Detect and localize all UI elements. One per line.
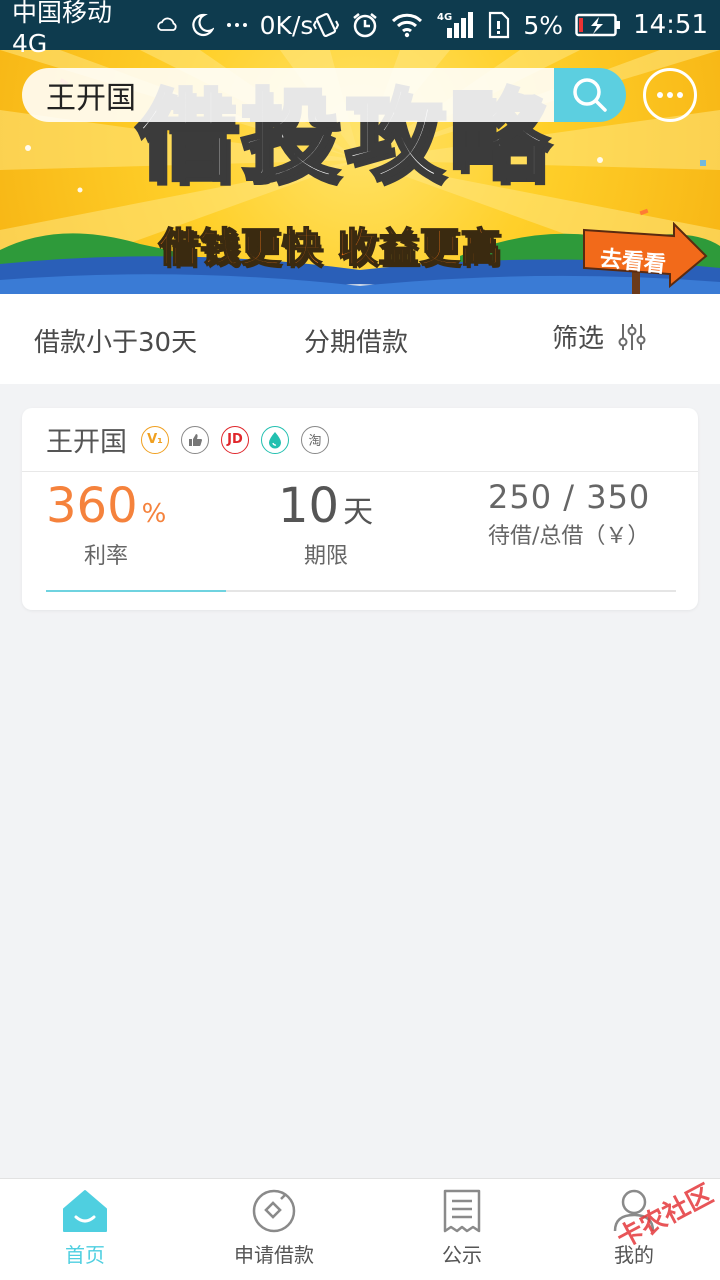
filter-sliders-icon bbox=[618, 323, 646, 350]
term-label: 期限 bbox=[304, 544, 349, 569]
filter-button[interactable]: 筛选 bbox=[552, 318, 646, 355]
more-options-button[interactable] bbox=[643, 68, 697, 122]
nav-home[interactable]: 首页 bbox=[15, 1189, 155, 1268]
search-button[interactable] bbox=[554, 68, 626, 122]
term-unit: 天 bbox=[343, 495, 374, 530]
loan-progress-track bbox=[46, 590, 676, 592]
search-input[interactable] bbox=[22, 68, 554, 122]
filter-installment[interactable]: 分期借款 bbox=[304, 322, 408, 359]
moon-icon bbox=[191, 10, 214, 40]
filter-short-term[interactable]: 借款小于30天 bbox=[34, 322, 197, 359]
nav-notice[interactable]: 公示 bbox=[392, 1189, 532, 1268]
badge-text: 淘 bbox=[308, 434, 322, 449]
filter-label: 筛选 bbox=[552, 324, 605, 354]
search-icon bbox=[573, 78, 607, 112]
taobao-icon: 淘 bbox=[301, 425, 329, 454]
status-bar: 中国移动4G 0K/s 4G 5% 14:51 bbox=[0, 0, 720, 58]
battery-charging-icon bbox=[575, 10, 621, 40]
network-speed: 0K/s bbox=[259, 10, 314, 40]
nav-label: 首页 bbox=[65, 1243, 105, 1267]
wifi-icon bbox=[391, 10, 423, 40]
amount-stat: 250 / 350 待借/总借（￥） bbox=[488, 478, 688, 550]
loan-card-header: 王开国 V₁ JD 淘 bbox=[22, 408, 698, 472]
badge-text: JD bbox=[227, 432, 243, 447]
amount-value: 250 / 350 bbox=[488, 478, 651, 516]
svg-text:4G: 4G bbox=[437, 12, 452, 23]
status-bar-right: 4G 5% 14:51 bbox=[313, 10, 708, 40]
badge-text: V₁ bbox=[147, 432, 163, 447]
v1-verified-icon: V₁ bbox=[141, 425, 169, 454]
apply-loan-icon bbox=[252, 1189, 296, 1233]
more-dots-icon bbox=[226, 10, 248, 40]
filter-label: 借款小于30天 bbox=[34, 328, 198, 358]
filter-label: 分期借款 bbox=[304, 328, 409, 358]
rate-stat: 360% 利率 bbox=[46, 478, 222, 570]
search-bar bbox=[22, 68, 626, 122]
signal-4g-icon: 4G bbox=[435, 10, 475, 40]
battery-percent: 5% bbox=[523, 10, 564, 40]
clock: 14:51 bbox=[633, 10, 708, 40]
rate-value: 360 bbox=[46, 478, 138, 534]
nav-label: 公示 bbox=[442, 1243, 482, 1267]
jd-icon: JD bbox=[221, 425, 249, 454]
term-stat: 10 天 期限 bbox=[278, 478, 438, 570]
amount-label: 待借/总借（￥） bbox=[488, 524, 650, 549]
filter-bar: 借款小于30天 分期借款 筛选 bbox=[0, 294, 720, 384]
term-value: 10 bbox=[278, 478, 340, 534]
vibrate-icon bbox=[313, 10, 340, 40]
status-bar-left: 中国移动4G 0K/s bbox=[12, 0, 313, 58]
nav-apply-loan[interactable]: 申请借款 bbox=[204, 1189, 344, 1268]
banner-subtitle: 借钱更快 收益更高 bbox=[158, 225, 502, 271]
rate-label: 利率 bbox=[84, 544, 129, 569]
weather-icon bbox=[156, 10, 180, 40]
nav-label: 申请借款 bbox=[234, 1243, 314, 1267]
carrier-label: 中国移动4G bbox=[12, 0, 113, 58]
alarm-icon bbox=[351, 10, 379, 40]
borrower-name: 王开国 bbox=[46, 427, 127, 458]
sim-icon bbox=[487, 10, 511, 40]
more-horizontal-icon bbox=[657, 92, 683, 98]
drop-icon bbox=[261, 425, 289, 454]
loan-progress-fill bbox=[46, 590, 226, 592]
rate-unit: % bbox=[141, 499, 167, 529]
notice-icon bbox=[443, 1189, 481, 1233]
loan-card[interactable]: 王开国 V₁ JD 淘 360% 利率 10 天 期限 250 / 350 待借/… bbox=[22, 408, 698, 610]
thumbs-up-icon bbox=[181, 425, 209, 454]
home-icon bbox=[63, 1190, 107, 1232]
